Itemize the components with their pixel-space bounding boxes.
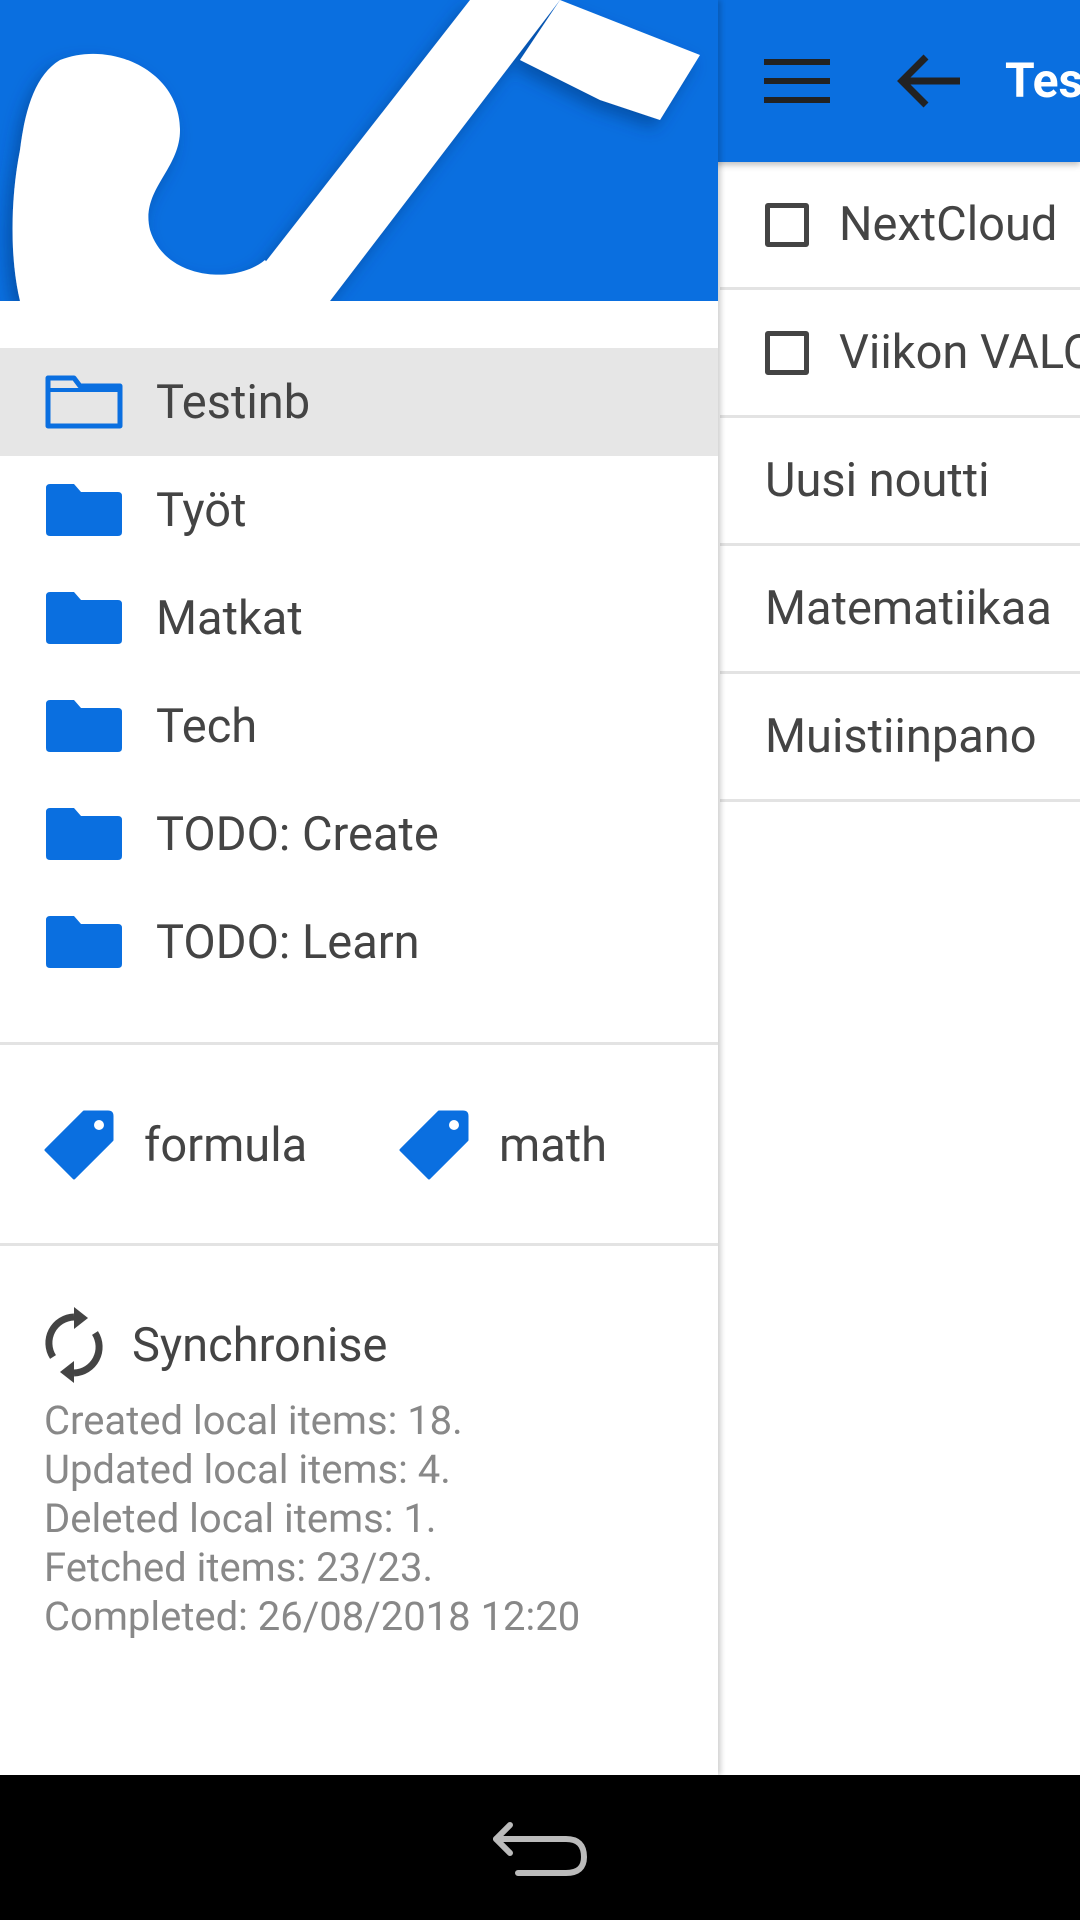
sync-status-line: Deleted local items: 1. — [44, 1495, 437, 1542]
folder-icon — [46, 700, 122, 752]
nav-back-icon[interactable] — [488, 1815, 592, 1879]
arrow-back-icon[interactable] — [884, 40, 974, 122]
tag-icon — [399, 1110, 469, 1180]
folder-label: TODO: Learn — [156, 914, 420, 970]
folder-item-testinb[interactable]: Testinb — [0, 348, 718, 456]
sync-label: Synchronise — [132, 1317, 388, 1373]
note-item[interactable]: Uusi noutti — [720, 418, 1080, 546]
app-logo-icon — [0, 0, 718, 301]
tag-icon — [44, 1110, 114, 1180]
folder-icon — [46, 484, 122, 536]
folder-icon — [46, 916, 122, 968]
folder-list: Testinb Työt Matkat Tech TODO: Create TO… — [0, 348, 718, 996]
menu-icon[interactable] — [752, 40, 842, 122]
folder-item-todo-create[interactable]: TODO: Create — [0, 780, 718, 888]
sync-status-line: Updated local items: 4. — [44, 1446, 451, 1493]
note-title: Uusi noutti — [765, 453, 990, 508]
tag-item-formula[interactable]: formula — [44, 1110, 307, 1180]
tag-list: formula math — [0, 1045, 718, 1245]
folder-label: Työt — [156, 482, 247, 538]
folder-outline-icon — [45, 375, 123, 429]
checkbox[interactable] — [765, 202, 809, 247]
sync-button[interactable]: Synchronise — [44, 1300, 704, 1390]
folder-item-matkat[interactable]: Matkat — [0, 564, 718, 672]
note-list: NextCloud Viikon VALO Uusi noutti Matema… — [720, 162, 1080, 802]
folder-label: Testinb — [156, 374, 311, 430]
divider — [0, 1243, 718, 1246]
folder-item-todo-learn[interactable]: TODO: Learn — [0, 888, 718, 996]
folder-item-tyot[interactable]: Työt — [0, 456, 718, 564]
sync-status: Created local items: 18. Updated local i… — [44, 1396, 704, 1641]
navigation-bar — [0, 1775, 1080, 1920]
sync-icon — [45, 1307, 103, 1383]
sync-status-line: Created local items: 18. — [44, 1397, 463, 1444]
note-title: Matematiikaa — [765, 581, 1052, 636]
app-bar-title: Tes — [1005, 52, 1080, 109]
tag-label: formula — [144, 1117, 308, 1173]
note-title: Viikon VALO — [839, 325, 1080, 380]
tag-label: math — [499, 1117, 608, 1173]
folder-label: Tech — [156, 698, 258, 754]
note-item[interactable]: Muistiinpano — [720, 674, 1080, 802]
note-title: NextCloud — [839, 197, 1058, 252]
tag-item-math[interactable]: math — [399, 1110, 607, 1180]
folder-icon — [46, 592, 122, 644]
note-item[interactable]: Matematiikaa — [720, 546, 1080, 674]
sync-status-line: Completed: 26/08/2018 12:20 — [44, 1593, 581, 1640]
sync-status-line: Fetched items: 23/23. — [44, 1544, 433, 1591]
note-title: Muistiinpano — [765, 709, 1037, 764]
folder-icon — [46, 808, 122, 860]
drawer-header — [0, 0, 718, 301]
navigation-drawer: Testinb Työt Matkat Tech TODO: Create TO… — [0, 0, 718, 1775]
sync-section: Synchronise Created local items: 18. Upd… — [44, 1300, 704, 1641]
folder-item-tech[interactable]: Tech — [0, 672, 718, 780]
folder-label: TODO: Create — [156, 806, 439, 862]
checkbox[interactable] — [765, 330, 809, 375]
note-item[interactable]: Viikon VALO — [720, 290, 1080, 418]
note-item[interactable]: NextCloud — [720, 162, 1080, 290]
folder-label: Matkat — [156, 590, 303, 646]
